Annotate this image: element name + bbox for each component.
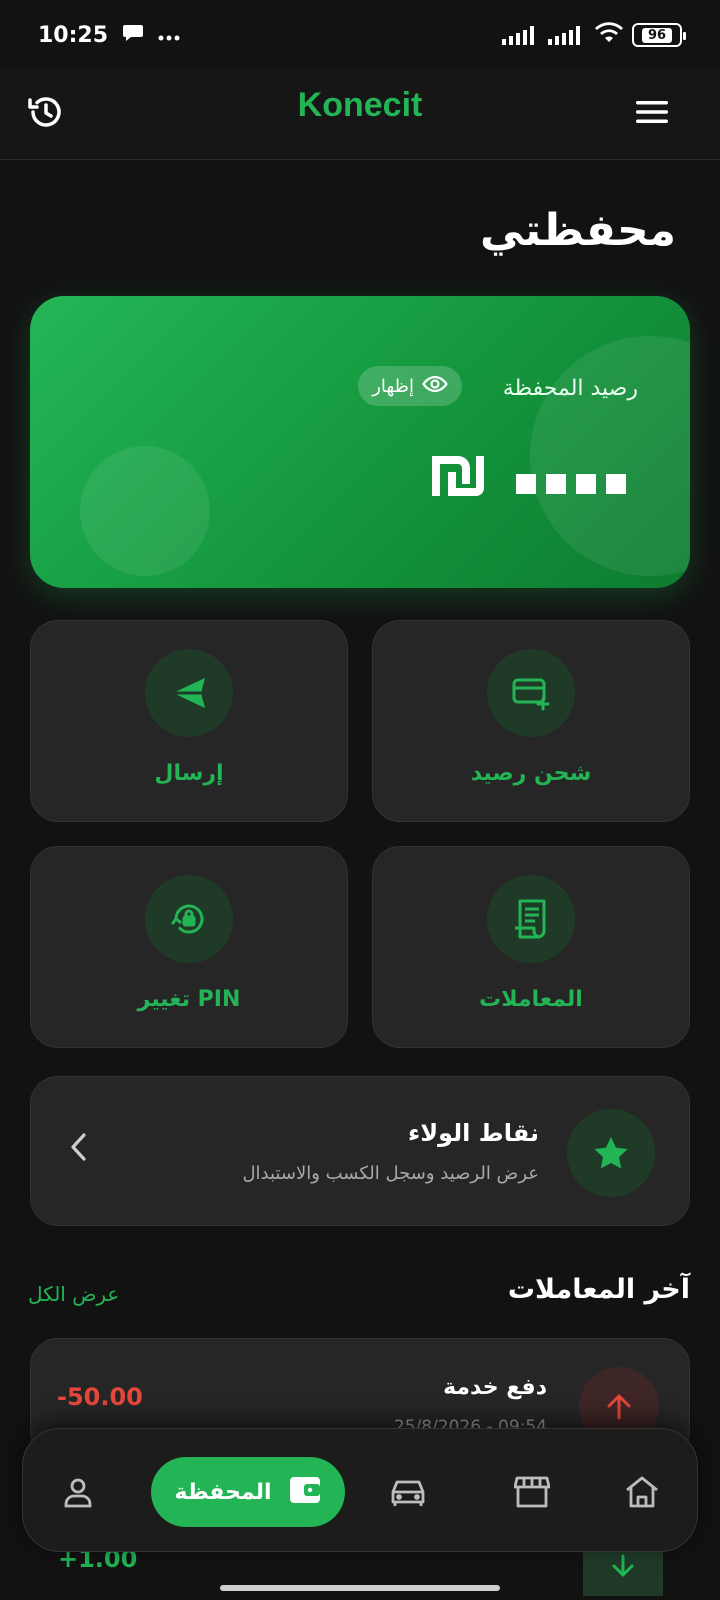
wallet-nav-label: المحفظة [174, 1479, 272, 1505]
receipt-icon [487, 875, 575, 963]
lock-reset-icon [145, 875, 233, 963]
wifi-icon [594, 22, 624, 48]
chevron-left-icon [67, 1131, 91, 1167]
battery-level: 96 [641, 27, 673, 43]
view-all-link[interactable]: عرض الكل [28, 1282, 119, 1306]
transactions-label: المعاملات [479, 987, 583, 1012]
transaction-title: دفع خدمة [443, 1375, 547, 1400]
wallet-icon [288, 1474, 322, 1510]
balance-masked-value [512, 454, 632, 508]
signal-icon-2 [548, 25, 580, 45]
shekel-icon [432, 456, 484, 500]
profile-icon[interactable] [43, 1457, 113, 1527]
page-title: محفظتي [480, 205, 676, 256]
car-icon[interactable] [373, 1457, 443, 1527]
store-icon[interactable] [497, 1457, 567, 1527]
battery-icon: 96 [632, 23, 686, 47]
status-bar: 10:25 96 [0, 0, 720, 70]
send-tile[interactable]: إرسال [30, 620, 348, 822]
signal-icon [502, 25, 534, 45]
transaction-amount: -50.00 [57, 1383, 143, 1411]
menu-icon[interactable] [626, 86, 678, 138]
message-icon [122, 23, 144, 47]
change-pin-label: تغيير PIN [137, 987, 241, 1012]
change-pin-tile[interactable]: تغيير PIN [30, 846, 348, 1048]
show-balance-label: إظهار [372, 375, 414, 397]
eye-icon [422, 375, 448, 398]
status-time: 10:25 [38, 22, 109, 48]
loyalty-title: نقاط الولاء [407, 1119, 539, 1147]
decorative-circle-2 [80, 446, 210, 576]
loyalty-subtitle: عرض الرصيد وسجل الكسب والاستبدال [242, 1163, 539, 1184]
topup-tile[interactable]: شحن رصيد [372, 620, 690, 822]
home-icon[interactable] [607, 1457, 677, 1527]
transactions-tile[interactable]: المعاملات [372, 846, 690, 1048]
send-label: إرسال [154, 761, 224, 786]
balance-card: رصيد المحفظة إظهار [30, 296, 690, 588]
recent-transactions-title: آخر المعاملات [507, 1274, 690, 1305]
app-title: Konecit [297, 86, 423, 124]
app-header: Konecit [0, 70, 720, 160]
loyalty-card[interactable]: نقاط الولاء عرض الرصيد وسجل الكسب والاست… [30, 1076, 690, 1226]
show-balance-button[interactable]: إظهار [358, 366, 462, 406]
topup-label: شحن رصيد [470, 761, 592, 786]
send-icon [145, 649, 233, 737]
bottom-nav: المحفظة [22, 1428, 698, 1552]
star-icon [567, 1109, 655, 1197]
card-add-icon [487, 649, 575, 737]
wallet-nav-button[interactable]: المحفظة [151, 1457, 345, 1527]
balance-label: رصيد المحفظة [502, 376, 638, 401]
more-notifications-icon [158, 26, 180, 45]
home-indicator[interactable] [220, 1585, 500, 1591]
